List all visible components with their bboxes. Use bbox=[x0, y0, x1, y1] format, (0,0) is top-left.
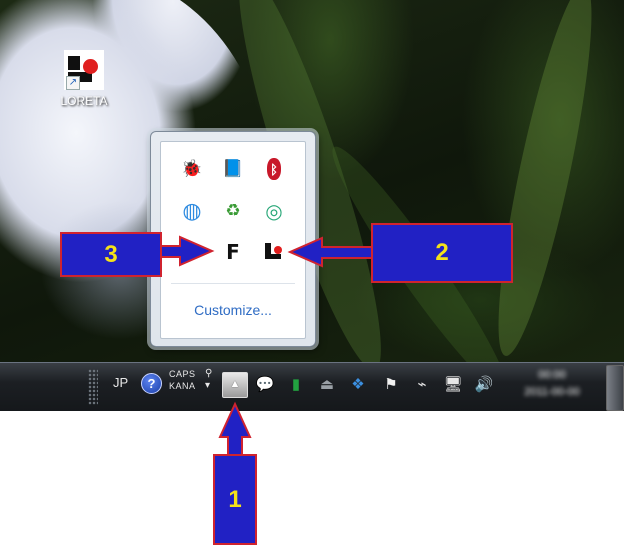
overflow-panel-content: 🐞 📘 ᛒ ◍ ♻ ◎ ● F Customize... bbox=[160, 141, 306, 339]
language-indicator[interactable]: JP bbox=[113, 375, 128, 390]
arrow-1 bbox=[218, 401, 252, 456]
show-desktop-button[interactable] bbox=[606, 365, 624, 411]
globe-icon[interactable]: ◍ bbox=[181, 198, 203, 223]
panel-divider bbox=[171, 283, 295, 284]
ime-caps-label: CAPS bbox=[169, 369, 196, 379]
show-hidden-icons-button[interactable]: ▲ bbox=[222, 372, 248, 398]
system-clock[interactable]: 00:00 2011-00-00 bbox=[510, 367, 594, 407]
red-disc-icon[interactable]: ● bbox=[181, 241, 203, 263]
ime-dropdown-icon[interactable]: ▾ bbox=[205, 380, 211, 392]
taskbar: JP ? CAPS KANA ⚲ ▾ ▲ 💬 ▮ ⏏ ❖ ⚑ ⌁ 🖥 🔊 00:… bbox=[0, 362, 624, 411]
loreta-app-icon[interactable]: ↗ bbox=[64, 50, 104, 90]
notification-overflow-panel: 🐞 📘 ᛒ ◍ ♻ ◎ ● F Customize... bbox=[150, 131, 316, 347]
callout-3: 3 bbox=[60, 232, 162, 277]
customize-link[interactable]: Customize... bbox=[161, 302, 305, 318]
book-icon[interactable]: 📘 bbox=[222, 158, 244, 180]
toolbar-gripper[interactable] bbox=[88, 369, 98, 405]
green-book-icon[interactable]: ▮ bbox=[286, 374, 306, 394]
ime-kana-label: KANA bbox=[169, 381, 196, 391]
clock-time: 00:00 bbox=[538, 369, 566, 381]
ime-status[interactable]: CAPS KANA ⚲ ▾ bbox=[169, 368, 212, 392]
power-plug-icon[interactable]: ⌁ bbox=[412, 374, 432, 394]
dropbox-icon[interactable]: ❖ bbox=[348, 374, 368, 394]
loreta-tray-icon[interactable] bbox=[263, 241, 285, 263]
help-icon[interactable]: ? bbox=[141, 373, 162, 394]
loreta-desktop-shortcut[interactable]: ↗ LORETA bbox=[52, 50, 116, 108]
chevron-up-icon: ▲ bbox=[229, 378, 241, 390]
callout-1: 1 bbox=[213, 454, 257, 545]
shortcut-arrow-icon: ↗ bbox=[66, 76, 80, 90]
clock-date: 2011-00-00 bbox=[524, 386, 580, 398]
callout-2: 2 bbox=[371, 223, 513, 283]
chat-bubble-icon[interactable]: 💬 bbox=[255, 374, 275, 394]
network-icon[interactable]: 🖥 bbox=[443, 374, 463, 394]
bluetooth-icon[interactable]: ᛒ bbox=[267, 158, 281, 180]
green-ring-icon[interactable]: ◎ bbox=[263, 200, 285, 223]
sync-icon[interactable]: ♻ bbox=[222, 200, 244, 222]
usb-safely-remove-icon[interactable]: ⏏ bbox=[317, 374, 337, 394]
bug-icon[interactable]: 🐞 bbox=[181, 158, 203, 180]
f-app-icon[interactable]: F bbox=[222, 240, 244, 264]
shortcut-label[interactable]: LORETA bbox=[52, 94, 116, 108]
ime-options-icon[interactable]: ⚲ bbox=[205, 368, 213, 380]
volume-icon[interactable]: 🔊 bbox=[474, 374, 494, 394]
action-center-flag-icon[interactable]: ⚑ bbox=[381, 374, 401, 394]
grass-leaf bbox=[481, 0, 609, 362]
